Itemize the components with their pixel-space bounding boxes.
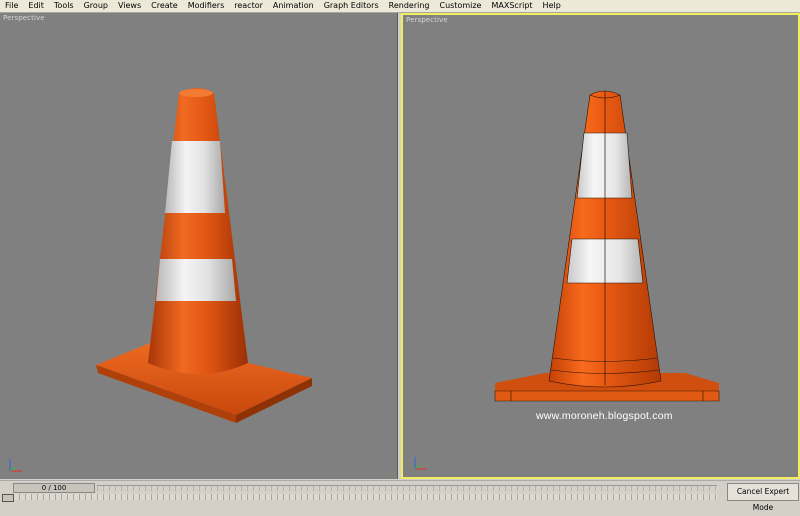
menu-create[interactable]: Create [146, 0, 183, 12]
cone-base-front [494, 390, 720, 402]
menu-bar: File Edit Tools Group Views Create Modif… [0, 0, 800, 13]
cancel-expert-mode-button[interactable]: Cancel Expert Mode [727, 483, 799, 512]
menu-edit[interactable]: Edit [23, 0, 49, 12]
watermark-text: www.moroneh.blogspot.com [536, 410, 673, 422]
viewport-perspective-right[interactable]: Perspective www.moroneh.blogspot.com [401, 13, 800, 479]
menu-animation[interactable]: Animation [268, 0, 319, 12]
time-slider[interactable]: 0 / 100 [13, 483, 95, 493]
axis-tripod-icon [414, 457, 427, 470]
menu-maxscript[interactable]: MAXScript [486, 0, 537, 12]
cone-stripe-upper [576, 132, 633, 199]
timeline-bar: 0 / 100 Cancel Expert Mode [0, 480, 800, 512]
timeline-track[interactable] [97, 485, 717, 491]
menu-help[interactable]: Help [538, 0, 566, 12]
cone-render-wireframe [494, 90, 720, 402]
cone-tip [179, 89, 213, 97]
menu-modifiers[interactable]: Modifiers [183, 0, 230, 12]
axis-tripod-icon [9, 459, 22, 472]
menu-views[interactable]: Views [113, 0, 146, 12]
cone-stripe-lower [156, 259, 236, 301]
menu-rendering[interactable]: Rendering [384, 0, 435, 12]
menu-graph-editors[interactable]: Graph Editors [319, 0, 384, 12]
menu-customize[interactable]: Customize [434, 0, 486, 12]
menu-tools[interactable]: Tools [49, 0, 79, 12]
cone-stripe-upper [165, 141, 225, 213]
menu-group[interactable]: Group [79, 0, 113, 12]
keyframe-icon[interactable] [2, 494, 14, 502]
trackbar[interactable] [13, 494, 718, 500]
menu-file[interactable]: File [0, 0, 23, 12]
cone-body [148, 88, 248, 374]
menu-reactor[interactable]: reactor [229, 0, 268, 12]
cone-render-shaded [96, 88, 312, 423]
viewport-perspective-left[interactable]: Perspective [0, 13, 398, 479]
